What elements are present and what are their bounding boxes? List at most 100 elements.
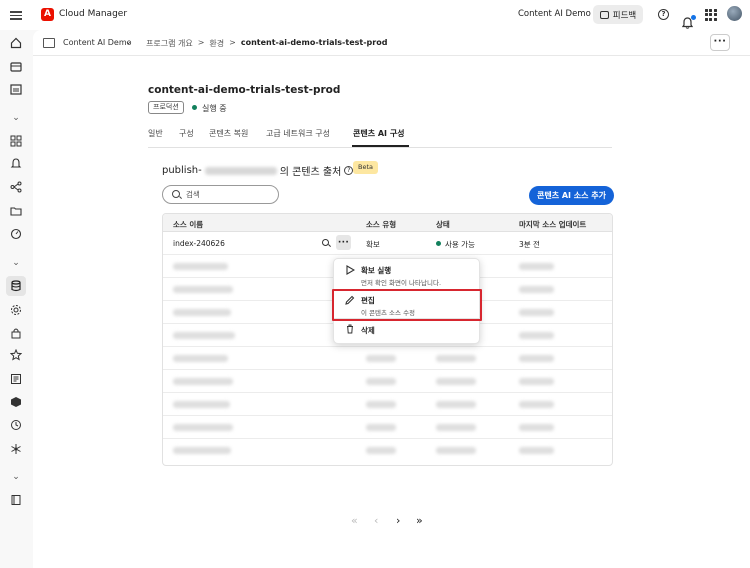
redacted-cell xyxy=(436,424,476,431)
breadcrumb-separator: > xyxy=(229,38,236,47)
tab-configuration[interactable]: 구성 xyxy=(179,128,194,139)
tab-content-restore[interactable]: 콘텐츠 복원 xyxy=(209,128,248,139)
help-icon[interactable]: ? xyxy=(657,8,670,21)
breadcrumb: 프로그램 개요 > 환경 > content-ai-demo-trials-te… xyxy=(146,38,387,49)
redacted-cell xyxy=(436,447,476,454)
notification-badge xyxy=(691,14,696,20)
tab-bar: 일반 구성 콘텐츠 복원 고급 네트워크 구성 콘텐츠 AI 구성 xyxy=(148,126,612,148)
search-input[interactable] xyxy=(186,189,271,200)
chevron-down-icon[interactable]: ⌄ xyxy=(10,257,22,269)
redacted-cell xyxy=(519,286,554,293)
first-page-button[interactable]: « xyxy=(351,514,358,527)
column-header-updated[interactable]: 마지막 소스 업데이트 xyxy=(519,219,586,230)
info-icon[interactable]: ? xyxy=(344,166,354,175)
column-header-status[interactable]: 상태 xyxy=(436,219,450,230)
row-more-button[interactable]: ··· xyxy=(336,235,351,250)
tab-content-ai[interactable]: 콘텐츠 AI 구성 xyxy=(353,128,405,139)
table-row[interactable] xyxy=(163,370,612,393)
beta-badge: Beta xyxy=(353,161,378,174)
source-status: 사용 가능 xyxy=(436,239,475,250)
tab-advanced-network[interactable]: 고급 네트워크 구성 xyxy=(266,128,330,139)
pipelines-icon[interactable] xyxy=(10,181,22,193)
book-icon[interactable] xyxy=(10,494,22,506)
feedback-label: 피드백 xyxy=(612,10,637,21)
search-icon xyxy=(172,190,180,198)
database-icon[interactable] xyxy=(6,276,26,296)
last-page-button[interactable]: » xyxy=(416,514,423,527)
page-title: content-ai-demo-trials-test-prod xyxy=(148,84,341,96)
redacted-cell xyxy=(173,424,233,431)
chevron-down-icon[interactable]: ⌄ xyxy=(125,37,132,46)
report-icon[interactable] xyxy=(10,373,22,385)
breadcrumb-environments[interactable]: 환경 xyxy=(209,38,224,49)
redacted-cell xyxy=(519,309,554,316)
app-title: Cloud Manager xyxy=(59,9,128,19)
program-switcher[interactable]: Content AI Demo xyxy=(63,38,132,47)
chevron-down-icon[interactable]: ⌄ xyxy=(10,112,22,124)
redacted-cell xyxy=(436,355,476,362)
avatar[interactable] xyxy=(727,6,742,21)
sidebar: ⌄ ⌄ ⌄ xyxy=(0,30,33,568)
more-actions-button[interactable]: ··· xyxy=(710,34,730,51)
history-icon[interactable] xyxy=(10,419,22,431)
table-row[interactable] xyxy=(163,393,612,416)
prev-page-button[interactable]: ‹ xyxy=(374,514,378,527)
menu-item-run-crawl[interactable]: 확보 실행 먼저 확인 화면이 나타납니다. xyxy=(334,259,481,289)
breadcrumb-program-overview[interactable]: 프로그램 개요 xyxy=(146,38,193,49)
lock-icon[interactable] xyxy=(10,327,22,339)
star-icon[interactable] xyxy=(10,349,22,361)
source-status-label: 사용 가능 xyxy=(445,240,475,249)
table-row[interactable]: index-240626 ··· 확보 사용 가능 3분 전 xyxy=(163,232,612,255)
table-row[interactable] xyxy=(163,416,612,439)
menu-icon[interactable] xyxy=(10,9,22,21)
network-icon[interactable] xyxy=(10,443,22,455)
settings-icon[interactable] xyxy=(10,304,22,316)
notification-icon[interactable] xyxy=(681,14,696,30)
dashboard-icon[interactable] xyxy=(10,228,22,240)
box-icon[interactable] xyxy=(10,396,22,408)
table-row[interactable] xyxy=(163,347,612,370)
next-page-button[interactable]: › xyxy=(396,514,400,527)
apps-icon[interactable] xyxy=(704,8,717,21)
org-switcher[interactable]: Content AI Demo xyxy=(518,9,591,19)
search-icon[interactable] xyxy=(318,235,333,250)
redacted-text xyxy=(204,166,277,175)
home-icon[interactable] xyxy=(10,37,22,49)
chevron-down-icon[interactable]: ⌄ xyxy=(10,471,22,483)
search-field[interactable] xyxy=(162,185,279,204)
redacted-cell xyxy=(173,355,228,362)
status-dot xyxy=(192,105,197,110)
activity-icon[interactable] xyxy=(10,83,22,95)
redacted-cell xyxy=(519,447,554,454)
source-name: index-240626 xyxy=(173,239,225,248)
alerts-icon[interactable] xyxy=(10,158,22,170)
highlight-box xyxy=(332,289,482,321)
feedback-button[interactable]: 피드백 xyxy=(593,5,643,24)
programs-icon[interactable] xyxy=(10,61,22,73)
adobe-logo: A xyxy=(41,8,54,21)
section-title: publish- 의 콘텐츠 출처 ? xyxy=(162,163,354,178)
tab-general[interactable]: 일반 xyxy=(148,128,163,139)
redacted-cell xyxy=(366,378,396,385)
redacted-cell xyxy=(519,378,554,385)
redacted-cell xyxy=(366,401,396,408)
redacted-cell xyxy=(173,309,231,316)
breadcrumb-current: content-ai-demo-trials-test-prod xyxy=(240,38,388,47)
feedback-icon xyxy=(599,10,609,19)
folder-icon[interactable] xyxy=(10,205,22,217)
table-header: 소스 이름 소스 유형 상태 마지막 소스 업데이트 xyxy=(163,214,612,232)
delete-icon xyxy=(345,324,355,337)
redacted-cell xyxy=(519,263,554,270)
tab-indicator xyxy=(352,145,409,147)
top-bar: A Cloud Manager Content AI Demo 피드백 ? xyxy=(0,0,750,30)
table-row[interactable] xyxy=(163,439,612,462)
column-header-name[interactable]: 소스 이름 xyxy=(173,219,203,230)
add-content-ai-source-button[interactable]: 콘텐츠 AI 소스 추가 xyxy=(529,186,614,205)
menu-item-delete[interactable]: 삭제 xyxy=(334,321,481,343)
redacted-cell xyxy=(436,401,476,408)
redacted-cell xyxy=(366,355,396,362)
redacted-cell xyxy=(519,355,554,362)
overview-icon[interactable] xyxy=(10,135,22,147)
column-header-type[interactable]: 소스 유형 xyxy=(366,219,396,230)
redacted-cell xyxy=(173,263,228,270)
